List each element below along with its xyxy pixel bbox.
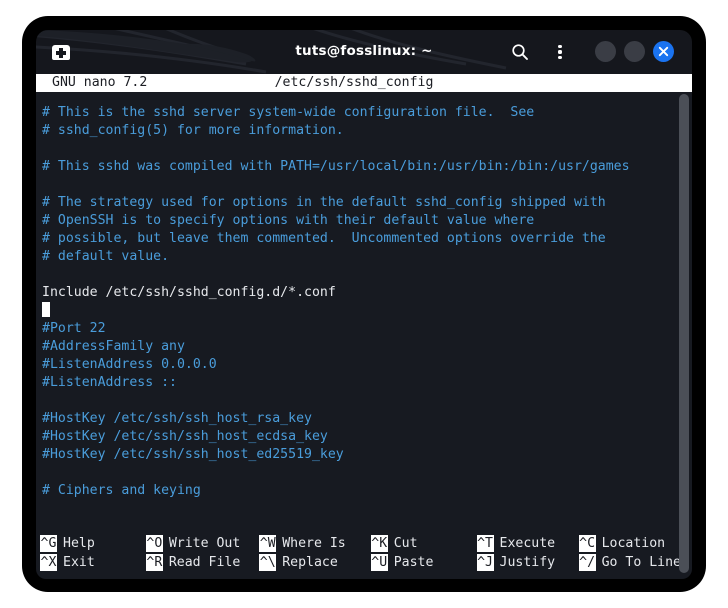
editor-line: # The strategy used for options in the d…: [42, 195, 606, 210]
editor-line: # This is the sshd server system-wide co…: [42, 105, 535, 120]
editor-line: #HostKey /etc/ssh/ssh_host_ed25519_key: [42, 447, 344, 462]
close-button[interactable]: [653, 41, 674, 62]
shortcut-key: ^C: [578, 535, 596, 552]
shortcut-item[interactable]: ^G Help: [40, 534, 146, 553]
shortcut-item[interactable]: ^\ Replace: [259, 553, 371, 572]
shortcut-key: ^K: [370, 535, 388, 552]
shortcut-key: ^G: [40, 535, 57, 552]
shortcut-key: ^O: [145, 535, 163, 552]
editor-line: # possible, but leave them commented. Un…: [42, 231, 606, 246]
nano-header-bar: GNU nano 7.2 /etc/ssh/sshd_config: [36, 74, 692, 92]
shortcut-label: Execute: [499, 536, 556, 551]
shortcut-item[interactable]: ^J Justify: [476, 553, 579, 572]
shortcut-column: ^O Write Out ^R Read File: [145, 533, 259, 573]
editor-line: #Port 22: [42, 321, 106, 336]
window-title-bar: tuts@fosslinux: ~: [36, 30, 692, 74]
shortcut-label: Replace: [282, 555, 338, 570]
nano-shortcut-bar: ^G Help ^X Exit ^O Write Out ^R Read File ^W Wher…: [36, 533, 692, 573]
shortcut-item[interactable]: ^R Read File: [145, 553, 259, 572]
shortcut-label: Justify: [499, 555, 556, 570]
scrollbar-thumb[interactable]: [679, 94, 689, 573]
shortcut-item[interactable]: ^X Exit: [40, 553, 146, 572]
menu-dot: [558, 44, 562, 48]
editor-line: # default value.: [42, 249, 170, 264]
editor-line: #ListenAddress 0.0.0.0: [42, 357, 217, 372]
editor-line: #ListenAddress ::: [42, 375, 177, 390]
shortcut-key: ^J: [476, 554, 494, 571]
shortcut-key: ^T: [476, 535, 494, 552]
editor-line: # Ciphers and keying: [42, 483, 201, 498]
shortcut-key: ^X: [40, 554, 57, 571]
editor-line: #HostKey /etc/ssh/ssh_host_rsa_key: [42, 411, 312, 426]
shortcut-column: ^T Execute ^J Justify: [476, 533, 579, 573]
maximize-button[interactable]: [624, 41, 645, 62]
editor-line: #AddressFamily any: [42, 339, 185, 354]
shortcut-item[interactable]: ^K Cut: [370, 534, 477, 553]
editor-line: # sshd_config(5) for more information.: [42, 123, 344, 138]
shortcut-label: Location: [601, 536, 666, 551]
shortcut-item[interactable]: ^T Execute: [476, 534, 579, 553]
shortcut-item[interactable]: ^/ Go To Line: [578, 553, 692, 572]
kebab-menu-icon[interactable]: [550, 42, 570, 62]
shortcut-column: ^W Where Is ^\ Replace: [259, 533, 371, 573]
shortcut-label: Where Is: [282, 536, 346, 551]
shortcut-label: Exit: [63, 555, 95, 570]
shortcut-label: Paste: [393, 555, 434, 570]
shortcut-item[interactable]: ^O Write Out: [145, 534, 259, 553]
shortcut-label: Read File: [168, 555, 241, 570]
window-title: tuts@fosslinux: ~: [295, 43, 433, 59]
shortcut-key: ^W: [259, 535, 277, 552]
nano-filename-label: /etc/ssh/sshd_config: [274, 75, 434, 90]
editor-line: [42, 302, 692, 320]
shortcut-key: ^\: [259, 554, 277, 571]
shortcut-label: Help: [63, 536, 95, 551]
shortcut-item[interactable]: ^C Location: [578, 534, 692, 553]
close-icon: [658, 46, 669, 57]
menu-dot: [558, 56, 562, 60]
editor-line: # OpenSSH is to specify options with the…: [42, 213, 535, 228]
editor-line: Include /etc/ssh/sshd_config.d/*.conf: [42, 285, 336, 300]
scrollbar-track[interactable]: [679, 94, 689, 573]
shortcut-column: ^G Help ^X Exit: [40, 533, 146, 573]
search-icon[interactable]: [510, 42, 530, 62]
terminal-window: tuts@fosslinux: ~ GNU nano 7.2 /etc/ssh/…: [22, 16, 706, 592]
shortcut-key: ^R: [145, 554, 163, 571]
terminal-content: GNU nano 7.2 /etc/ssh/sshd_config # This…: [36, 74, 692, 579]
shortcut-item[interactable]: ^U Paste: [370, 553, 477, 572]
text-cursor: [42, 302, 50, 317]
editor-line: # This sshd was compiled with PATH=/usr/…: [42, 159, 630, 174]
minimize-button[interactable]: [595, 41, 616, 62]
shortcut-column: ^C Location ^/ Go To Line: [578, 533, 692, 573]
shortcut-label: Write Out: [168, 536, 241, 551]
nano-editor-area[interactable]: # This is the sshd server system-wide co…: [36, 92, 692, 525]
menu-dot: [558, 50, 562, 54]
shortcut-column: ^K Cut ^U Paste: [370, 533, 477, 573]
shortcut-label: Go To Line: [601, 555, 681, 570]
shortcut-label: Cut: [393, 536, 418, 551]
shortcut-key: ^U: [370, 554, 388, 571]
shortcut-item[interactable]: ^W Where Is: [259, 534, 371, 553]
shortcut-key: ^/: [578, 554, 596, 571]
editor-line: #HostKey /etc/ssh/ssh_host_ecdsa_key: [42, 429, 328, 444]
